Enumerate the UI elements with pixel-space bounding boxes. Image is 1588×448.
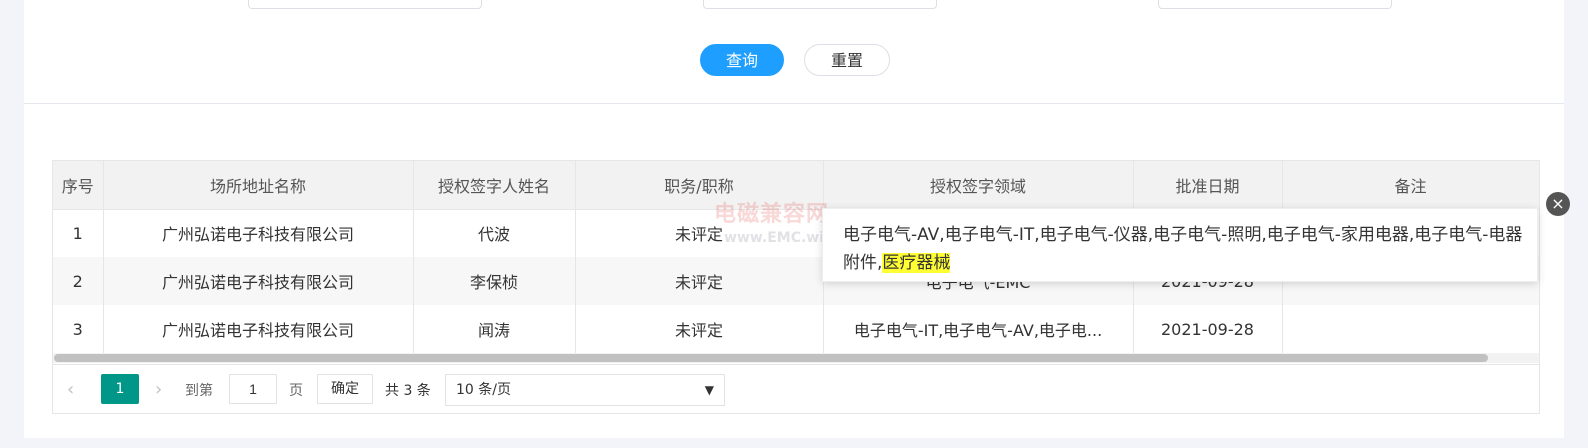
cell-approval-date: 2021-09-28: [1133, 305, 1283, 353]
page-number-current[interactable]: 1: [101, 374, 139, 404]
cell-tooltip: 电子电气-AV,电子电气-IT,电子电气-仪器,电子电气-照明,电子电气-家用电…: [822, 208, 1538, 282]
page-size-select[interactable]: 10 条/页 ▼: [445, 374, 725, 406]
page-unit-label: 页: [289, 383, 303, 399]
cell-index: 3: [53, 305, 104, 353]
query-button[interactable]: 查询: [700, 44, 784, 76]
cell-site-name: 广州弘诺电子科技有限公司: [103, 305, 414, 353]
chevron-left-icon[interactable]: ‹: [67, 379, 74, 400]
header-approval-date: 批准日期: [1133, 161, 1283, 210]
chevron-down-icon: ▼: [704, 383, 714, 397]
cell-title: 未评定: [575, 257, 824, 305]
goto-page-input[interactable]: [229, 374, 277, 404]
table-row: 3 广州弘诺电子科技有限公司 闻涛 未评定 电子电气-IT,电子电气-AV,电子…: [53, 305, 1539, 353]
header-site-name: 场所地址名称: [103, 161, 414, 210]
search-field-1[interactable]: [248, 0, 482, 9]
header-signatory-name: 授权签字人姓名: [413, 161, 576, 210]
cell-site-name: 广州弘诺电子科技有限公司: [103, 257, 414, 305]
close-icon[interactable]: ×: [1546, 192, 1570, 216]
header-index: 序号: [53, 161, 104, 210]
confirm-button[interactable]: 确定: [317, 374, 373, 404]
header-field: 授权签字领域: [823, 161, 1134, 210]
cell-index: 2: [53, 257, 104, 305]
total-count: 共 3 条: [385, 383, 431, 399]
reset-button[interactable]: 重置: [804, 44, 890, 76]
horizontal-scrollbar[interactable]: [53, 353, 1539, 363]
cell-signatory-name: 代波: [413, 209, 576, 257]
cell-site-name: 广州弘诺电子科技有限公司: [103, 209, 414, 257]
tooltip-highlight: 医疗器械: [882, 253, 951, 273]
cell-signatory-name: 闻涛: [413, 305, 576, 353]
search-field-3[interactable]: [1158, 0, 1392, 9]
pagination: ‹ 1 › 到第 页 确定 共 3 条 10 条/页 ▼: [53, 364, 1539, 413]
cell-title: 未评定: [575, 305, 824, 353]
cell-index: 1: [53, 209, 104, 257]
search-panel: 查询 重置: [24, 0, 1564, 104]
watermark-title: 电磁兼容网: [714, 202, 830, 227]
goto-label: 到第: [185, 383, 213, 399]
chevron-right-icon[interactable]: ›: [155, 379, 162, 400]
search-field-2[interactable]: [703, 0, 937, 9]
header-remarks: 备注: [1282, 161, 1539, 210]
cell-signatory-name: 李保桢: [413, 257, 576, 305]
scrollbar-thumb[interactable]: [54, 354, 1488, 362]
page-size-value: 10 条/页: [456, 382, 511, 398]
cell-field[interactable]: 电子电气-IT,电子电气-AV,电子电...: [823, 305, 1134, 353]
cell-remarks: [1282, 305, 1539, 353]
